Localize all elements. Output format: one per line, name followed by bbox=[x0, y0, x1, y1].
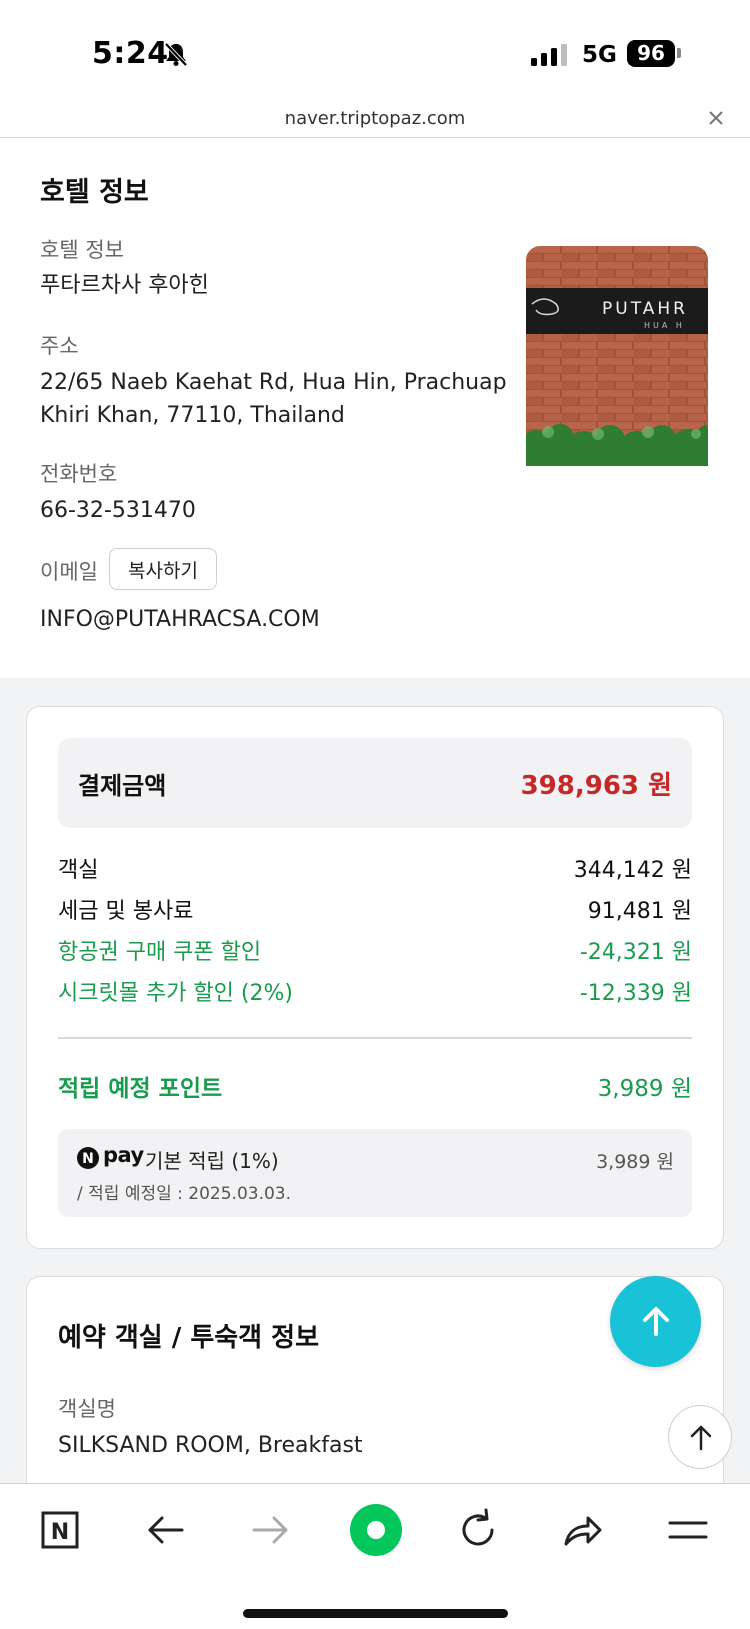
url-bar[interactable]: naver.triptopaz.com bbox=[0, 100, 750, 138]
arrow-up-icon bbox=[690, 1425, 712, 1451]
hotel-facade-illustration: PUTAHR HUA H bbox=[526, 246, 708, 466]
npay-logo-letter: N bbox=[82, 1151, 94, 1167]
naver-home-letter: N bbox=[51, 1520, 69, 1545]
hotel-info-section: 호텔 정보 호텔 정보 푸타르차사 후아힌 주소 22/65 Naeb Kaeh… bbox=[0, 138, 750, 678]
section-title: 호텔 정보 bbox=[40, 177, 149, 208]
room-name-label: 객실명 bbox=[58, 1397, 116, 1421]
address-line-2: Khiri Khan, 77110, Thailand bbox=[40, 403, 345, 428]
forward-arrow-icon[interactable] bbox=[244, 1504, 296, 1556]
copy-email-button[interactable]: 복사하기 bbox=[109, 548, 217, 590]
sign-subtext: HUA H bbox=[644, 321, 685, 330]
network-type: 5G bbox=[582, 42, 617, 68]
status-time: 5:24 bbox=[92, 36, 169, 71]
browser-nav-bar: N bbox=[0, 1483, 750, 1629]
room-name: SILKSAND ROOM, Breakfast bbox=[58, 1433, 363, 1458]
price-row-label: 객실 bbox=[58, 858, 99, 883]
phone-number[interactable]: 66-32-531470 bbox=[40, 494, 196, 527]
total-amount-box: 결제금액 398,963 원 bbox=[58, 738, 692, 828]
address-line-1: 22/65 Naeb Kaehat Rd, Hua Hin, Prachuap bbox=[40, 370, 507, 395]
price-row-value: -24,321 원 bbox=[579, 940, 692, 965]
refresh-icon[interactable] bbox=[452, 1504, 504, 1556]
naver-pay-logo-icon: N bbox=[77, 1147, 99, 1169]
status-bar: 5:24 5G 96 bbox=[0, 0, 750, 100]
npay-date-note: / 적립 예정일 : 2025.03.03. bbox=[77, 1184, 292, 1204]
price-row-label: 시크릿몰 추가 할인 (2%) bbox=[58, 981, 293, 1006]
bell-muted-icon bbox=[164, 42, 188, 67]
scroll-up-fab[interactable] bbox=[610, 1276, 701, 1367]
divider bbox=[58, 1037, 692, 1039]
cellular-signal-icon bbox=[531, 44, 567, 66]
battery-indicator: 96 bbox=[627, 40, 675, 67]
address-label: 주소 bbox=[40, 334, 79, 358]
price-row-label: 항공권 구매 쿠폰 할인 bbox=[58, 940, 262, 965]
price-row-value: -12,339 원 bbox=[579, 981, 692, 1006]
price-row-flight-coupon: 항공권 구매 쿠폰 할인 -24,321 원 bbox=[58, 934, 692, 966]
url-text[interactable]: naver.triptopaz.com bbox=[0, 108, 750, 129]
close-icon[interactable] bbox=[704, 106, 728, 130]
total-amount-value: 398,963 원 bbox=[520, 771, 672, 801]
menu-icon[interactable] bbox=[662, 1504, 714, 1556]
sign-text: PUTAHR bbox=[602, 299, 688, 319]
price-row-secret-discount: 시크릿몰 추가 할인 (2%) -12,339 원 bbox=[58, 975, 692, 1007]
hotel-name: 푸타르차사 후아힌 bbox=[40, 273, 209, 298]
npay-points-box: N pay 기본 적립 (1%) 3,989 원 / 적립 예정일 : 2025… bbox=[58, 1129, 692, 1217]
naver-green-dot-icon[interactable] bbox=[348, 1502, 404, 1558]
hotel-name-label: 호텔 정보 bbox=[40, 238, 124, 262]
price-row-label: 세금 및 봉사료 bbox=[58, 899, 194, 924]
npay-title: 기본 적립 (1%) bbox=[145, 1149, 279, 1173]
price-row-tax: 세금 및 봉사료 91,481 원 bbox=[58, 893, 692, 925]
room-section-title: 예약 객실 / 투숙객 정보 bbox=[58, 1323, 319, 1353]
price-row-value: 91,481 원 bbox=[587, 899, 692, 924]
npay-brand: pay bbox=[103, 1143, 144, 1167]
email-label: 이메일 bbox=[40, 560, 98, 584]
payment-summary-card: 결제금액 398,963 원 객실 344,142 원 세금 및 봉사료 91,… bbox=[26, 706, 724, 1249]
battery-tip bbox=[677, 48, 681, 58]
npay-amount: 3,989 원 bbox=[596, 1151, 674, 1173]
expected-points-value: 3,989 원 bbox=[597, 1076, 692, 1102]
total-amount-label: 결제금액 bbox=[78, 772, 167, 800]
naver-home-icon[interactable]: N bbox=[34, 1504, 86, 1556]
hotel-image[interactable]: PUTAHR HUA H bbox=[526, 246, 708, 466]
expected-points-label: 적립 예정 포인트 bbox=[58, 1076, 223, 1102]
email-address: INFO@PUTAHRACSA.COM bbox=[40, 607, 320, 632]
home-indicator[interactable] bbox=[243, 1609, 508, 1618]
arrow-up-icon bbox=[643, 1307, 669, 1336]
price-row-value: 344,142 원 bbox=[573, 858, 692, 883]
back-arrow-icon[interactable] bbox=[140, 1504, 192, 1556]
phone-label: 전화번호 bbox=[40, 462, 118, 486]
share-icon[interactable] bbox=[556, 1504, 608, 1556]
scroll-to-top-button[interactable] bbox=[668, 1405, 732, 1469]
price-row-room: 객실 344,142 원 bbox=[58, 852, 692, 884]
